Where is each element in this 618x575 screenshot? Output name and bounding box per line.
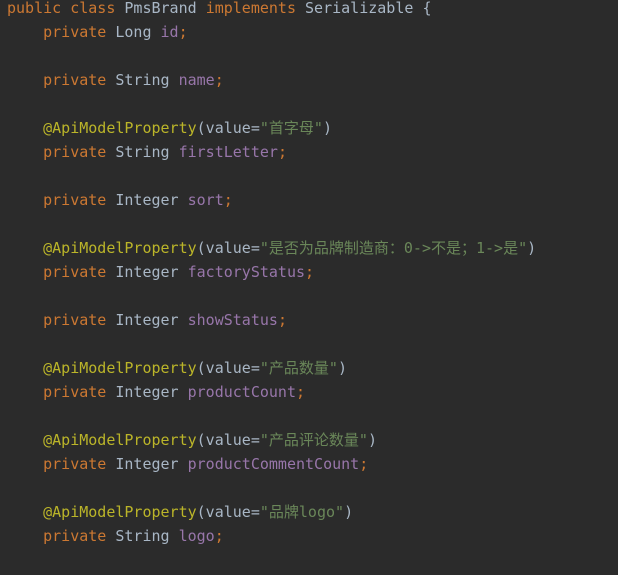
field-name: id: [160, 23, 179, 41]
type-name: Integer: [115, 263, 179, 281]
code-line-annotation-logo: @ApiModelProperty(value="品牌logo"): [7, 504, 353, 528]
annotation-arg-open: (value=: [196, 359, 260, 377]
type-name: Long: [115, 23, 152, 41]
keyword-implements: implements: [205, 0, 296, 17]
modifier: private: [43, 527, 107, 545]
string-literal: "产品数量": [259, 359, 338, 377]
string-literal: "产品评论数量": [259, 431, 368, 449]
type-name: Integer: [115, 455, 179, 473]
code-line-field-show-status: private Integer showStatus;: [7, 312, 287, 336]
field-name: firstLetter: [178, 143, 278, 161]
type-name: Integer: [115, 191, 179, 209]
code-line-annotation-product-count: @ApiModelProperty(value="产品数量"): [7, 360, 347, 384]
annotation-arg-close: ): [322, 119, 332, 137]
keyword-class: class: [70, 0, 116, 17]
field-name: name: [178, 71, 215, 89]
annotation-arg-open: (value=: [196, 503, 260, 521]
semicolon: ;: [277, 143, 287, 161]
type-name: String: [115, 143, 170, 161]
code-line-field-logo: private String logo;: [7, 528, 224, 552]
code-line-field-first-letter: private String firstLetter;: [7, 144, 287, 168]
code-line-field-name: private String name;: [7, 72, 224, 96]
semicolon: ;: [277, 311, 287, 329]
field-name: factoryStatus: [187, 263, 306, 281]
string-literal: "是否为品牌制造商：0->不是；1->是": [259, 239, 528, 257]
modifier: private: [43, 383, 107, 401]
annotation-arg-close: ): [367, 431, 377, 449]
type-name: String: [115, 527, 170, 545]
semicolon: ;: [305, 263, 315, 281]
code-line-field-id: private Long id;: [7, 24, 188, 48]
semicolon: ;: [359, 455, 369, 473]
annotation-arg-open: (value=: [196, 119, 260, 137]
annotation: @ApiModelProperty: [43, 431, 197, 449]
code-line-class-declaration: public class PmsBrand implements Seriali…: [7, 0, 431, 24]
interface-name: Serializable: [305, 0, 414, 17]
modifier: private: [43, 455, 107, 473]
type-name: Integer: [115, 311, 179, 329]
code-editor[interactable]: public class PmsBrand implements Seriali…: [0, 0, 618, 575]
code-line-field-factory-status: private Integer factoryStatus;: [7, 264, 314, 288]
string-literal: "品牌logo": [259, 503, 345, 521]
type-name: Integer: [115, 383, 179, 401]
field-name: logo: [178, 527, 215, 545]
string-literal: "首字母": [259, 119, 323, 137]
field-name: productCommentCount: [187, 455, 360, 473]
annotation-arg-close: ): [344, 503, 354, 521]
annotation-arg-open: (value=: [196, 431, 260, 449]
code-line-field-sort: private Integer sort;: [7, 192, 233, 216]
annotation-arg-close: ): [527, 239, 537, 257]
class-name: PmsBrand: [124, 0, 197, 17]
annotation: @ApiModelProperty: [43, 503, 197, 521]
field-name: showStatus: [187, 311, 278, 329]
code-line-field-product-count: private Integer productCount;: [7, 384, 305, 408]
code-line-field-product-comment-count: private Integer productCommentCount;: [7, 456, 368, 480]
open-brace: {: [422, 0, 432, 17]
semicolon: ;: [214, 527, 224, 545]
type-name: String: [115, 71, 170, 89]
code-line-annotation-factory-status: @ApiModelProperty(value="是否为品牌制造商：0->不是；…: [7, 240, 536, 264]
modifier: private: [43, 23, 107, 41]
modifier: private: [43, 191, 107, 209]
annotation: @ApiModelProperty: [43, 119, 197, 137]
semicolon: ;: [214, 71, 224, 89]
field-name: productCount: [187, 383, 296, 401]
modifier: private: [43, 311, 107, 329]
annotation: @ApiModelProperty: [43, 239, 197, 257]
semicolon: ;: [296, 383, 306, 401]
code-line-annotation-first-letter: @ApiModelProperty(value="首字母"): [7, 120, 332, 144]
field-name: sort: [187, 191, 224, 209]
keyword-public: public: [7, 0, 62, 17]
modifier: private: [43, 71, 107, 89]
semicolon: ;: [178, 23, 188, 41]
modifier: private: [43, 263, 107, 281]
annotation: @ApiModelProperty: [43, 359, 197, 377]
annotation-arg-open: (value=: [196, 239, 260, 257]
modifier: private: [43, 143, 107, 161]
semicolon: ;: [223, 191, 233, 209]
code-line-annotation-product-comment-count: @ApiModelProperty(value="产品评论数量"): [7, 432, 377, 456]
annotation-arg-close: ): [337, 359, 347, 377]
